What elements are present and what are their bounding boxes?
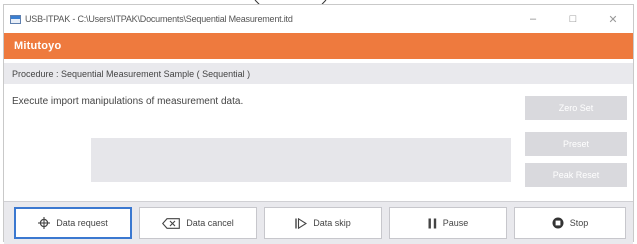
peak-reset-button[interactable]: Peak Reset bbox=[525, 163, 627, 187]
data-request-button[interactable]: Data request bbox=[14, 207, 132, 239]
data-skip-button[interactable]: Data skip bbox=[264, 207, 382, 239]
brand-logo: Mitutoyo bbox=[14, 40, 62, 52]
pause-icon bbox=[428, 218, 437, 229]
instruction-message: Execute import manipulations of measurem… bbox=[12, 96, 244, 107]
data-request-label: Data request bbox=[56, 218, 108, 228]
procedure-bar: Procedure : Sequential Measurement Sampl… bbox=[4, 63, 633, 84]
procedure-label: Procedure : Sequential Measurement Sampl… bbox=[12, 68, 251, 79]
stop-label: Stop bbox=[569, 218, 589, 228]
minimize-button[interactable]: – bbox=[513, 13, 553, 25]
stop-button[interactable]: Stop bbox=[514, 207, 626, 239]
stop-icon bbox=[552, 217, 564, 229]
crosshair-icon bbox=[38, 217, 51, 229]
app-window: USB-ITPAK - C:\Users\ITPAK\Documents\Seq… bbox=[3, 4, 634, 244]
backspace-icon bbox=[162, 217, 181, 229]
pause-button[interactable]: Pause bbox=[389, 207, 507, 239]
zero-set-button[interactable]: Zero Set bbox=[525, 96, 627, 120]
data-skip-label: Data skip bbox=[313, 218, 351, 228]
close-button[interactable]: ✕ bbox=[593, 13, 633, 26]
skip-icon bbox=[295, 217, 308, 229]
preset-button[interactable]: Preset bbox=[525, 132, 627, 156]
app-icon bbox=[10, 14, 21, 24]
window-title: USB-ITPAK - C:\Users\ITPAK\Documents\Seq… bbox=[25, 14, 293, 24]
measurement-display bbox=[91, 138, 511, 182]
brand-bar: Mitutoyo bbox=[4, 33, 633, 59]
data-cancel-label: Data cancel bbox=[186, 218, 234, 228]
maximize-button[interactable]: □ bbox=[553, 13, 593, 25]
title-bar: USB-ITPAK - C:\Users\ITPAK\Documents\Seq… bbox=[4, 5, 633, 33]
data-cancel-button[interactable]: Data cancel bbox=[139, 207, 257, 239]
footer-toolbar: Data request Data cancel Data skip Pause… bbox=[4, 201, 633, 244]
pause-label: Pause bbox=[442, 218, 469, 228]
